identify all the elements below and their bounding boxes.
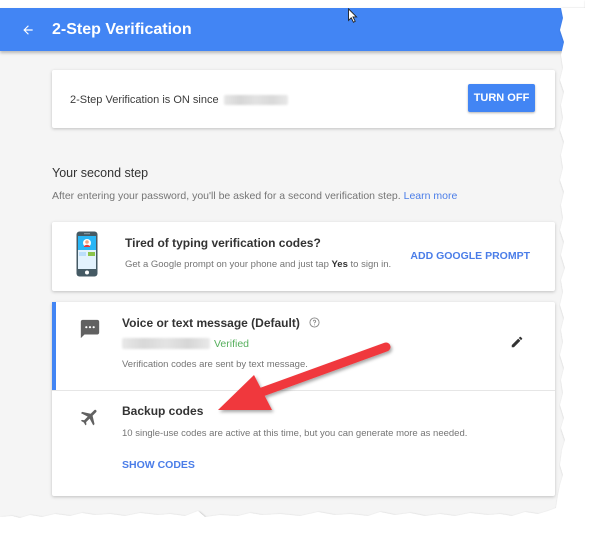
- redacted-phone-number: [122, 338, 210, 349]
- add-google-prompt-button[interactable]: ADD GOOGLE PROMPT: [410, 250, 530, 262]
- arrow-left-icon: [23, 24, 33, 35]
- verified-status: Verified: [214, 338, 250, 350]
- status-card: 2-Step Verification is ON since TURN OFF: [52, 70, 555, 128]
- phone-icon: [76, 231, 98, 277]
- page-title: 2-Step Verification: [52, 20, 192, 38]
- section-description: After entering your password, you'll be …: [52, 190, 457, 202]
- voice-method-description: Verification codes are sent by text mess…: [122, 359, 308, 370]
- section-title: Your second step: [52, 166, 149, 180]
- prompt-desc-bold: Yes: [331, 259, 348, 270]
- help-icon[interactable]: [309, 317, 320, 328]
- show-codes-button[interactable]: SHOW CODES: [122, 459, 195, 471]
- learn-more-link[interactable]: Learn more: [404, 190, 458, 202]
- backup-codes-title: Backup codes: [122, 404, 204, 418]
- status-text: 2-Step Verification is ON since: [70, 94, 288, 106]
- section-description-text: After entering your password, you'll be …: [52, 190, 401, 202]
- turn-off-button[interactable]: TURN OFF: [468, 84, 535, 112]
- method-divider: [52, 390, 555, 391]
- airplane-icon: [80, 409, 97, 426]
- edit-pencil-icon[interactable]: [510, 335, 524, 349]
- app-bar: 2-Step Verification: [0, 8, 585, 51]
- prompt-desc-before: Get a Google prompt on your phone and ju…: [125, 259, 332, 270]
- prompt-title: Tired of typing verification codes?: [125, 236, 321, 250]
- prompt-description: Get a Google prompt on your phone and ju…: [125, 259, 391, 270]
- redacted-date: [223, 95, 288, 106]
- prompt-desc-after: to sign in.: [347, 259, 392, 270]
- sms-icon: [80, 319, 100, 339]
- status-label: 2-Step Verification is ON since: [70, 94, 219, 106]
- voice-method-title-text: Voice or text message (Default): [122, 316, 300, 330]
- default-method-accent: [52, 302, 56, 390]
- backup-codes-description: 10 single-use codes are active at this t…: [122, 428, 468, 439]
- back-button[interactable]: [18, 20, 38, 40]
- methods-card: Voice or text message (Default) Verified…: [52, 302, 555, 496]
- voice-method-title: Voice or text message (Default): [122, 316, 320, 330]
- google-prompt-card: Tired of typing verification codes? Get …: [52, 222, 555, 291]
- mouse-cursor-icon: [348, 8, 358, 23]
